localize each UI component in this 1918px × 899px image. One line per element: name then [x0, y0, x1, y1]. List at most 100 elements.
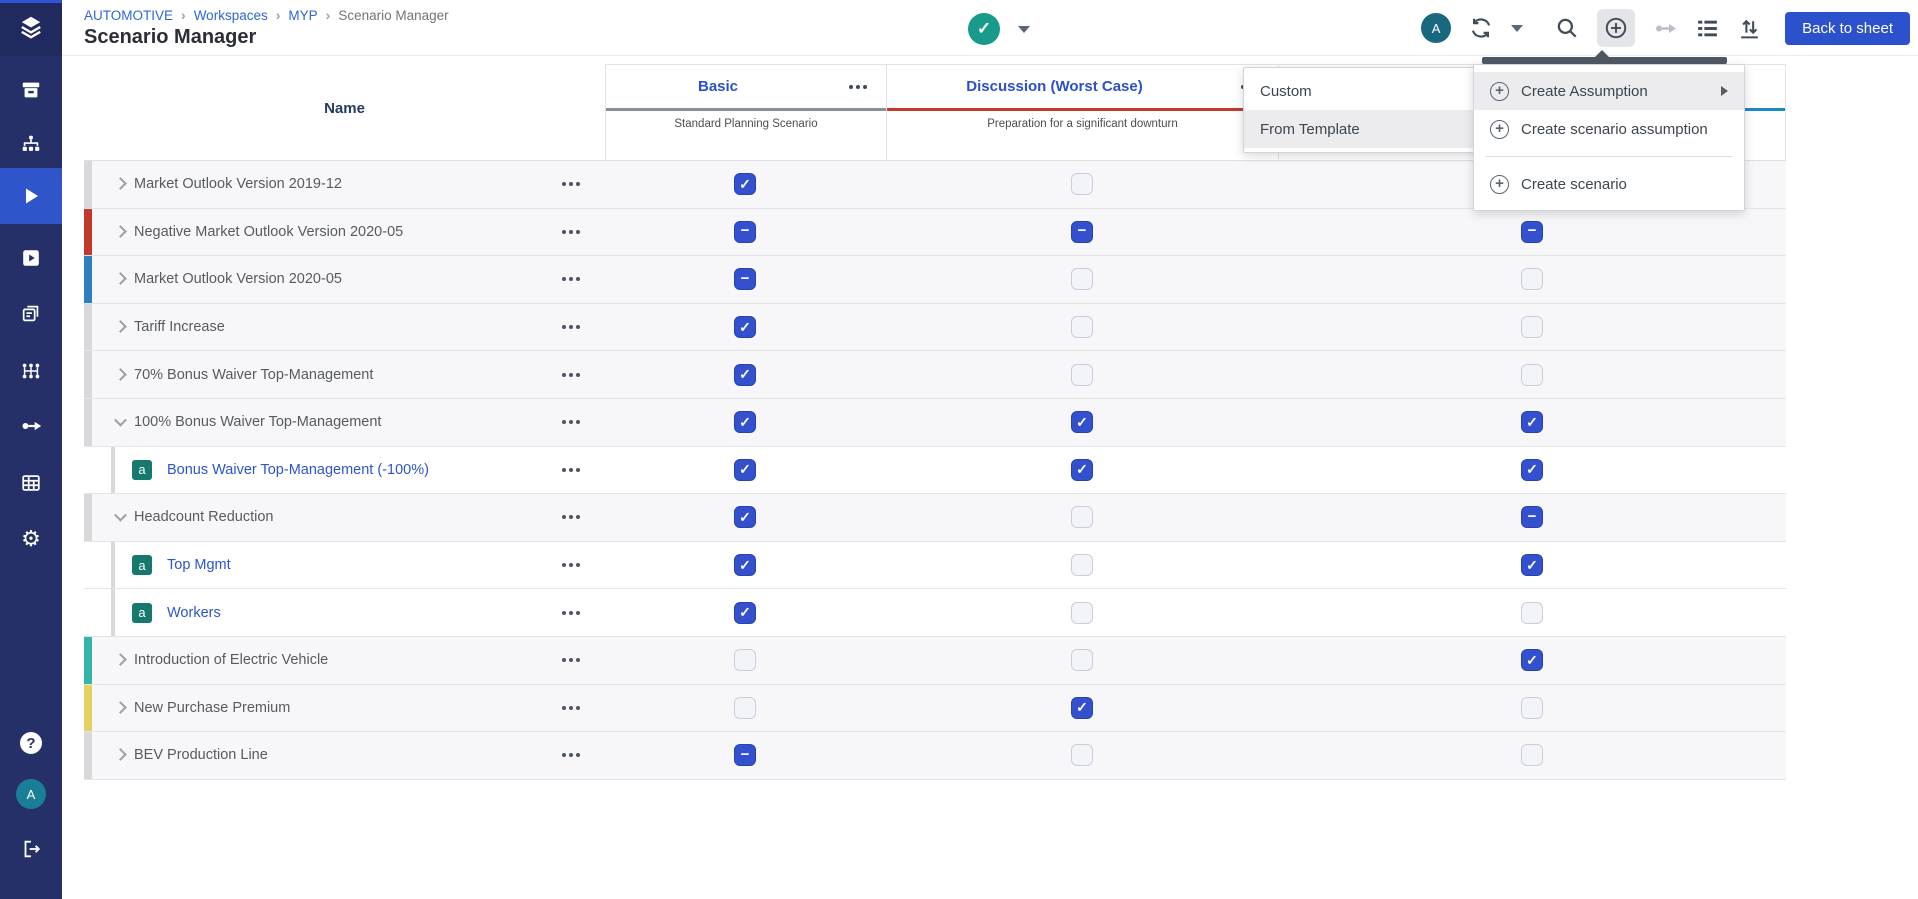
sidebar-item-simulation[interactable]	[0, 235, 62, 281]
checkbox-scenario-3[interactable]	[1521, 744, 1543, 766]
row-actions-button[interactable]	[560, 753, 581, 757]
checkbox-basic[interactable]	[734, 364, 756, 386]
checkbox-scenario-3[interactable]	[1521, 268, 1543, 290]
sidebar-item-model[interactable]	[0, 348, 62, 394]
list-view-icon[interactable]	[1695, 16, 1720, 41]
scenario-title[interactable]: Basic	[606, 78, 830, 95]
row-name[interactable]: Top Mgmt	[167, 557, 231, 573]
checkbox-scenario-3[interactable]	[1521, 459, 1543, 481]
checkbox-basic[interactable]	[734, 554, 756, 576]
scenario-title[interactable]: Discussion (Worst Case)	[887, 78, 1222, 95]
row-actions-button[interactable]	[560, 230, 581, 234]
checkbox-discussion[interactable]	[1071, 316, 1093, 338]
expand-chevron-icon[interactable]	[114, 273, 127, 286]
checkbox-basic[interactable]	[734, 649, 756, 671]
breadcrumb-myp[interactable]: MYP	[288, 8, 317, 23]
expand-chevron-icon[interactable]	[114, 653, 127, 666]
row-actions-button[interactable]	[560, 563, 581, 567]
create-plus-icon[interactable]	[1597, 9, 1635, 47]
sidebar-item-logout[interactable]	[0, 826, 62, 872]
menu-item[interactable]: Create scenario assumption	[1474, 110, 1744, 148]
checkbox-discussion[interactable]	[1071, 459, 1093, 481]
row-actions-button[interactable]	[560, 611, 581, 615]
row-name[interactable]: Bonus Waiver Top-Management (-100%)	[167, 462, 429, 478]
checkbox-discussion[interactable]	[1071, 554, 1093, 576]
expand-chevron-icon[interactable]	[114, 701, 127, 714]
back-to-sheet-button[interactable]: Back to sheet	[1785, 12, 1910, 45]
checkbox-scenario-3[interactable]	[1521, 221, 1543, 243]
sidebar-item-scenario-manager[interactable]	[0, 168, 62, 224]
checkbox-scenario-3[interactable]	[1521, 649, 1543, 671]
scenario-menu-button[interactable]	[847, 85, 868, 89]
app-logo[interactable]	[0, 0, 62, 56]
refresh-icon[interactable]	[1468, 15, 1494, 41]
checkbox-basic[interactable]	[734, 744, 756, 766]
sidebar-item-flows[interactable]	[0, 403, 62, 449]
checkbox-scenario-3[interactable]	[1521, 697, 1543, 719]
row-actions-button[interactable]	[560, 420, 581, 424]
refresh-dropdown-caret-icon[interactable]	[1511, 25, 1523, 32]
sidebar-item-pages[interactable]	[0, 291, 62, 337]
sidebar-item-settings[interactable]: ⚙	[0, 516, 62, 562]
sidebar-item-tables[interactable]	[0, 460, 62, 506]
sidebar-user-avatar[interactable]: A	[0, 771, 62, 817]
checkbox-basic[interactable]	[734, 602, 756, 624]
row-actions-button[interactable]	[560, 515, 581, 519]
expand-chevron-icon[interactable]	[114, 225, 127, 238]
checkbox-discussion[interactable]	[1071, 268, 1093, 290]
sidebar-item-help[interactable]: ?	[0, 720, 62, 766]
row-actions-button[interactable]	[560, 373, 581, 377]
checkbox-discussion[interactable]	[1071, 411, 1093, 433]
expand-chevron-icon[interactable]	[114, 320, 127, 333]
checkbox-basic[interactable]	[734, 506, 756, 528]
row-actions-button[interactable]	[560, 468, 581, 472]
checkbox-scenario-3[interactable]	[1521, 316, 1543, 338]
row-actions-button[interactable]	[560, 182, 581, 186]
menu-item[interactable]: Create Assumption	[1474, 72, 1744, 110]
checkbox-scenario-3[interactable]	[1521, 411, 1543, 433]
search-icon[interactable]	[1554, 15, 1580, 41]
status-dropdown-caret-icon[interactable]	[1018, 26, 1030, 33]
expand-chevron-icon[interactable]	[114, 749, 127, 762]
checkbox-discussion[interactable]	[1071, 649, 1093, 671]
checkbox-basic[interactable]	[734, 459, 756, 481]
sidebar-item-archive[interactable]	[0, 67, 62, 113]
row-color-stripe	[84, 494, 92, 541]
checkbox-discussion[interactable]	[1071, 602, 1093, 624]
checkbox-discussion[interactable]	[1071, 221, 1093, 243]
checkbox-basic[interactable]	[734, 697, 756, 719]
checkbox-scenario-3[interactable]	[1521, 506, 1543, 528]
checkbox-basic[interactable]	[734, 268, 756, 290]
sidebar-item-hierarchy[interactable]	[0, 121, 62, 167]
checkbox-discussion[interactable]	[1071, 173, 1093, 195]
menu-item[interactable]: From Template	[1244, 110, 1478, 148]
checkbox-discussion[interactable]	[1071, 506, 1093, 528]
checkbox-basic[interactable]	[734, 316, 756, 338]
import-export-icon[interactable]	[1737, 16, 1762, 41]
row-actions-button[interactable]	[560, 706, 581, 710]
breadcrumb-automotive[interactable]: AUTOMOTIVE	[84, 8, 173, 23]
expand-chevron-icon[interactable]	[114, 368, 127, 381]
row-actions-button[interactable]	[560, 658, 581, 662]
menu-item[interactable]: Custom	[1244, 72, 1478, 110]
row-name[interactable]: Workers	[167, 605, 221, 621]
checkbox-discussion[interactable]	[1071, 364, 1093, 386]
table-row: Market Outlook Version 2020-05	[84, 256, 1786, 304]
checkbox-discussion[interactable]	[1071, 744, 1093, 766]
checkbox-scenario-3[interactable]	[1521, 364, 1543, 386]
checkbox-basic[interactable]	[734, 221, 756, 243]
collapse-chevron-icon[interactable]	[114, 509, 127, 522]
checkbox-discussion[interactable]	[1071, 697, 1093, 719]
menu-item[interactable]: Create scenario	[1474, 165, 1744, 203]
collapse-chevron-icon[interactable]	[114, 414, 127, 427]
expand-chevron-icon[interactable]	[114, 177, 127, 190]
checkbox-scenario-3[interactable]	[1521, 602, 1543, 624]
checkbox-scenario-3[interactable]	[1521, 554, 1543, 576]
row-actions-button[interactable]	[560, 277, 581, 281]
breadcrumb-workspaces[interactable]: Workspaces	[194, 8, 268, 23]
checkbox-basic[interactable]	[734, 411, 756, 433]
user-avatar[interactable]: A	[1421, 13, 1451, 43]
row-actions-button[interactable]	[560, 325, 581, 329]
status-check-icon[interactable]	[968, 13, 1000, 45]
checkbox-basic[interactable]	[734, 173, 756, 195]
